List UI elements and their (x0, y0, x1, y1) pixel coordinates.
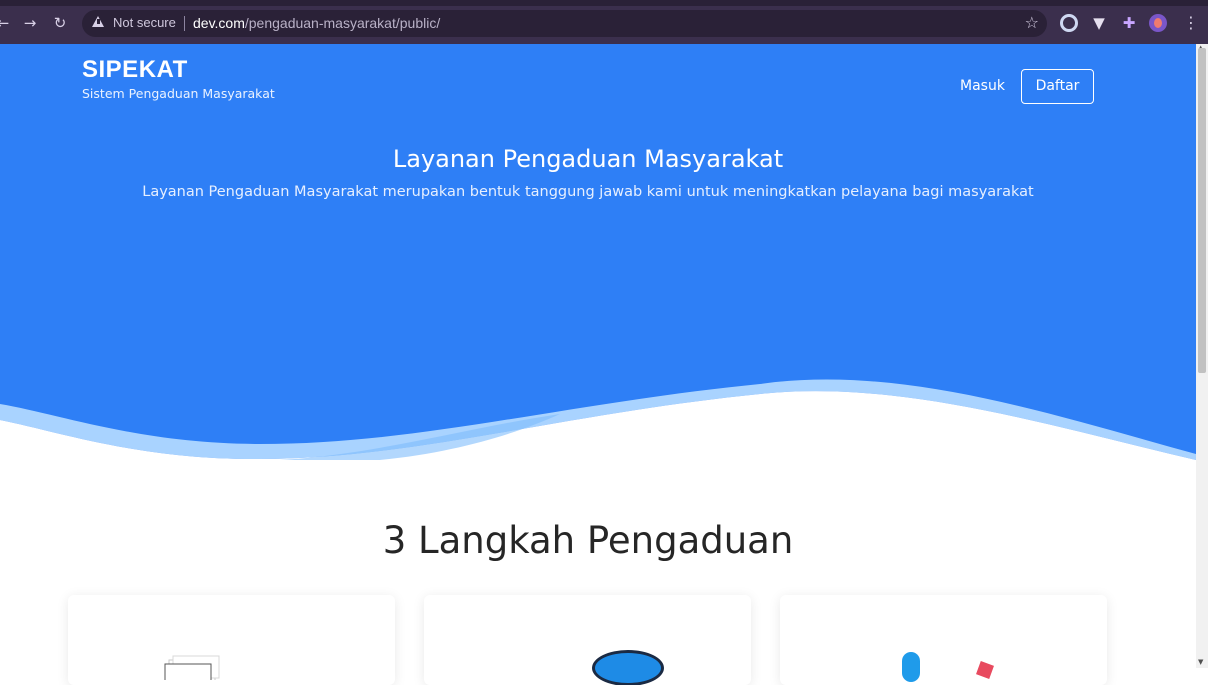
result-accent-shape (976, 661, 994, 679)
extension-icon[interactable] (1060, 14, 1078, 32)
login-link[interactable]: Masuk (960, 78, 1005, 94)
hero-section (0, 44, 1196, 474)
address-bar[interactable]: Not secure dev.com/pengaduan-masyarakat/… (82, 10, 1047, 37)
step-card-2 (424, 595, 751, 685)
register-button[interactable]: Daftar (1021, 69, 1094, 104)
brand-tagline: Sistem Pengaduan Masyarakat (82, 86, 275, 101)
security-label: Not secure (113, 15, 176, 30)
steps-heading: 3 Langkah Pengaduan (382, 519, 794, 562)
warning-icon (92, 16, 104, 27)
brand-logo-text[interactable]: SIPEKAT (82, 56, 188, 84)
browser-menu-icon[interactable]: ⋮ (1183, 13, 1199, 32)
omnibox-divider (184, 16, 185, 31)
result-illustration (902, 652, 920, 682)
browser-toolbar: ← → ↻ Not secure dev.com/pengaduan-masya… (0, 0, 1208, 44)
puzzle-extensions-icon[interactable]: ✚ (1120, 14, 1138, 32)
document-illustration (164, 655, 220, 680)
url-host: dev.com (193, 15, 245, 31)
bookmark-star-icon[interactable]: ☆ (1025, 13, 1039, 32)
hero-subtitle: Layanan Pengaduan Masyarakat merupakan b… (142, 184, 1034, 200)
scrollbar-thumb[interactable] (1198, 48, 1206, 373)
profile-avatar[interactable] (1149, 14, 1167, 32)
url-path: /pengaduan-masyarakat/public/ (244, 15, 441, 31)
forward-icon[interactable]: → (21, 14, 39, 32)
hero-wave-divider (0, 374, 1196, 474)
scroll-down-icon[interactable]: ▼ (1198, 658, 1203, 666)
page-scrollbar[interactable]: ▲ ▼ (1196, 44, 1208, 668)
step-card-3 (780, 595, 1107, 685)
tab-strip (0, 0, 1208, 6)
step-card-1 (68, 595, 395, 685)
url-text[interactable]: dev.com/pengaduan-masyarakat/public/ (193, 15, 440, 31)
hero-title: Layanan Pengaduan Masyarakat (392, 145, 784, 173)
back-icon[interactable]: ← (0, 14, 12, 32)
reload-icon[interactable]: ↻ (51, 14, 69, 32)
vue-devtools-icon[interactable]: ▼ (1090, 14, 1108, 32)
